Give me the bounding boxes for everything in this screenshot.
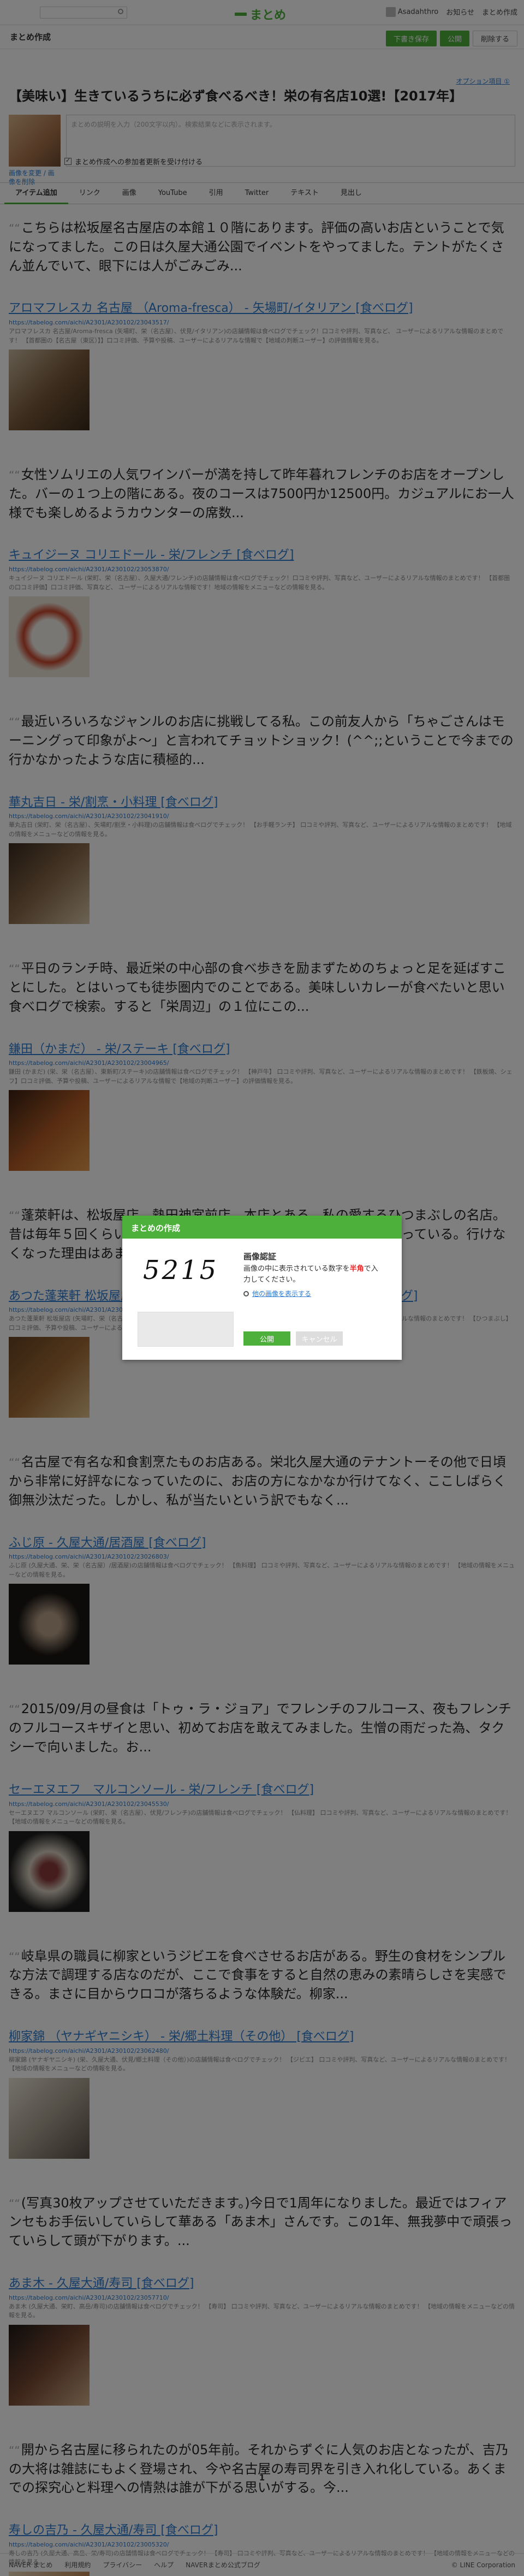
refresh-captcha-label: 他の画像を表示する [252, 1290, 312, 1298]
captcha-submit-button[interactable]: 公開 [243, 1331, 290, 1346]
refresh-icon [243, 1290, 249, 1296]
captcha-instruction: 画像の中に表示されている数字を半角で入力してください。 [243, 1264, 380, 1285]
captcha-cancel-button[interactable]: キャンセル [296, 1331, 343, 1346]
captcha-title: 画像認証 [243, 1252, 277, 1262]
refresh-captcha-link[interactable]: 他の画像を表示する [243, 1289, 311, 1298]
captcha-image: 5215 [143, 1255, 219, 1286]
captcha-input[interactable] [138, 1312, 234, 1347]
captcha-dialog: まとめの作成 5215 画像認証 画像の中に表示されている数字を半角で入力してく… [122, 1216, 402, 1360]
instruction-text: 画像の中に表示されている数字を [243, 1265, 350, 1273]
instruction-highlight: 半角 [349, 1265, 364, 1273]
dialog-header: まとめの作成 [122, 1216, 402, 1239]
